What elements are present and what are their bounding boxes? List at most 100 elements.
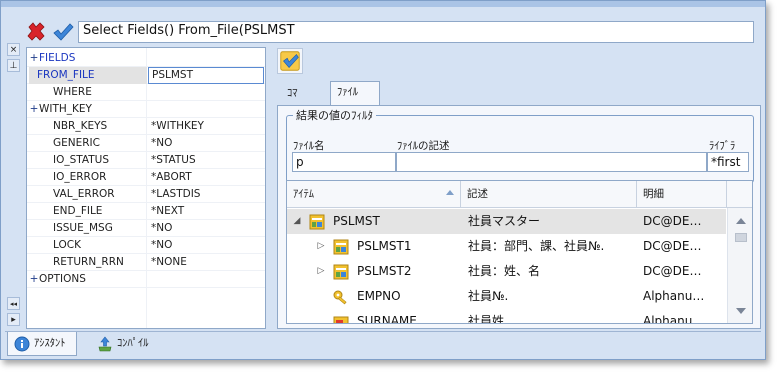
column-header-item-label: ｱｲﾃﾑ: [293, 188, 314, 200]
property-name: END_FILE: [53, 205, 103, 217]
bottom-tab-bar: ｱｼｽﾀﾝﾄ ｺﾝﾊﾟｲﾙ: [5, 331, 761, 357]
property-name: IO_ERROR: [53, 171, 107, 183]
apply-check-icon[interactable]: [277, 48, 303, 74]
tree-expander-icon[interactable]: ▷: [316, 234, 326, 259]
grid-row[interactable]: ▷ PSLMST1 社員：部門、課、社員№. DC@DE…: [287, 234, 726, 259]
property-name: WHERE: [53, 86, 92, 98]
accept-check-icon[interactable]: [52, 21, 74, 43]
expand-plus-icon[interactable]: +: [29, 101, 39, 118]
property-name: GENERIC: [53, 137, 100, 149]
tab-assistant[interactable]: ｱｼｽﾀﾝﾄ: [7, 332, 77, 356]
title-bar-strip: [1, 1, 765, 7]
tree-expander-icon[interactable]: ◢: [292, 209, 302, 234]
tab-file[interactable]: ﾌｧｲﾙ: [330, 81, 380, 106]
property-value[interactable]: *WITHKEY: [148, 118, 264, 135]
grid-row[interactable]: ▷ PSLMST2 社員：姓、名 DC@DE…: [287, 259, 726, 284]
property-name: WITH_KEY: [39, 103, 92, 115]
property-name: RETURN_RRN: [53, 256, 124, 268]
tree-expander-icon[interactable]: ▷: [316, 259, 326, 284]
property-name: OPTIONS: [39, 273, 86, 285]
property-row[interactable]: VAL_ERROR *LASTDIS: [27, 186, 265, 203]
close-panel-button[interactable]: ×: [7, 43, 20, 56]
property-value-input[interactable]: PSLMST: [148, 67, 264, 84]
property-name: FIELDS: [39, 52, 76, 64]
property-row[interactable]: +FROM_FILEPSLMST: [27, 67, 265, 84]
property-value[interactable]: *LASTDIS: [148, 186, 264, 203]
grid-item-description: 社員マスター: [468, 214, 541, 228]
grid-item-detail: DC@DE…: [643, 239, 702, 253]
property-row[interactable]: + OPTIONS: [27, 271, 265, 288]
property-row[interactable]: + WITH_KEY: [27, 101, 265, 118]
property-row[interactable]: GENERIC *NO: [27, 135, 265, 152]
property-row[interactable]: IO_STATUS *STATUS: [27, 152, 265, 169]
property-name: ISSUE_MSG: [53, 222, 113, 234]
library-input[interactable]: *first: [707, 152, 749, 172]
column-header-item[interactable]: ｱｲﾃﾑ: [287, 181, 461, 208]
property-value[interactable]: *STATUS: [148, 152, 264, 169]
expand-plus-icon[interactable]: +: [29, 271, 39, 288]
property-value[interactable]: *NEXT: [148, 203, 264, 220]
tab-compile-label: ｺﾝﾊﾟｲﾙ: [117, 337, 149, 349]
file-description-input[interactable]: [396, 152, 707, 172]
grid-row[interactable]: EMPNO 社員№. Alphanu…: [287, 284, 726, 309]
property-name: IO_STATUS: [53, 154, 110, 166]
file-name-input[interactable]: p: [292, 152, 396, 172]
scroll-up-arrow-icon[interactable]: [736, 218, 746, 224]
property-row[interactable]: IO_ERROR *ABORT: [27, 169, 265, 186]
compile-icon: [98, 336, 112, 352]
grid-row[interactable]: SURNAME 社員姓 Alphanu…: [287, 309, 726, 324]
property-row[interactable]: ISSUE_MSG *NO: [27, 220, 265, 237]
filter-group-title: 結果の値のﾌｨﾙﾀ: [293, 107, 376, 123]
property-row[interactable]: LOCK *NO: [27, 237, 265, 254]
grid-item-name: PSLMST2: [357, 264, 412, 278]
property-value[interactable]: *NO: [148, 220, 264, 237]
command-properties-panel: +FIELDS+FROM_FILEPSLMSTWHERE+WITH_KEYNBR…: [26, 47, 266, 329]
result-filter-group: 結果の値のﾌｨﾙﾀ ﾌｧｲﾙ名 ﾌｧｲﾙの記述 ﾗｲﾌﾞﾗ p *first: [286, 107, 754, 183]
property-row[interactable]: + FIELDS: [27, 50, 265, 67]
grid-item-name: PSLMST1: [357, 239, 412, 253]
tab-assistant-label: ｱｼｽﾀﾝﾄ: [34, 337, 66, 349]
scroll-down-arrow-icon[interactable]: [736, 308, 746, 314]
property-value[interactable]: *NONE: [148, 254, 264, 271]
grid-item-description: 社員姓: [468, 314, 505, 324]
collapse-panel-button[interactable]: ◂◂: [7, 297, 20, 310]
sort-ascending-icon: [446, 190, 454, 195]
scrollbar-thumb[interactable]: [735, 233, 747, 242]
property-value[interactable]: *NO: [148, 135, 264, 152]
property-value[interactable]: *NO: [148, 237, 264, 254]
file-icon: [333, 239, 349, 255]
pin-icon[interactable]: ⊥: [7, 59, 20, 72]
grid-row[interactable]: ◢ PSLMST 社員マスター DC@DE…: [287, 209, 726, 234]
grid-item-name: EMPNO: [357, 289, 401, 303]
property-row[interactable]: NBR_KEYS *WITHKEY: [27, 118, 265, 135]
info-icon: [14, 336, 30, 352]
file-name-label: ﾌｧｲﾙ名: [293, 140, 325, 152]
column-header-description[interactable]: 記述: [461, 181, 637, 208]
grid-vertical-scrollbar[interactable]: [727, 208, 752, 323]
grid-header: ｱｲﾃﾑ 記述 明細: [287, 181, 752, 208]
property-name: VAL_ERROR: [53, 188, 115, 200]
grid-item-name: SURNAME: [357, 314, 417, 324]
grid-item-name: PSLMST: [333, 214, 380, 228]
file-description-label: ﾌｧｲﾙの記述: [397, 140, 450, 152]
cancel-x-icon[interactable]: [25, 21, 47, 43]
expand-panel-button[interactable]: ▸: [7, 313, 20, 326]
grid-item-description: 社員：姓、名: [468, 264, 541, 278]
property-name: NBR_KEYS: [53, 120, 108, 132]
file-icon: [309, 214, 325, 230]
grid-item-description: 社員№.: [468, 289, 509, 303]
property-value[interactable]: *ABORT: [148, 169, 264, 186]
grid-item-detail: DC@DE…: [643, 214, 702, 228]
property-row[interactable]: END_FILE *NEXT: [27, 203, 265, 220]
grid-item-detail: Alphanu…: [643, 289, 705, 303]
editor-window: Select Fields() From_File(PSLMST × ⊥ ◂◂ …: [0, 0, 766, 360]
property-name: LOCK: [53, 239, 81, 251]
expand-plus-icon[interactable]: +: [29, 50, 39, 67]
property-row[interactable]: WHERE: [27, 84, 265, 101]
tab-compile[interactable]: ｺﾝﾊﾟｲﾙ: [91, 332, 159, 356]
column-header-detail[interactable]: 明細: [637, 181, 727, 208]
tab-command[interactable]: ｺﾏﾝﾄﾞ: [281, 83, 304, 139]
property-row[interactable]: RETURN_RRN *NONE: [27, 254, 265, 271]
command-expression-input[interactable]: Select Fields() From_File(PSLMST: [78, 21, 754, 43]
file-icon: [333, 264, 349, 280]
